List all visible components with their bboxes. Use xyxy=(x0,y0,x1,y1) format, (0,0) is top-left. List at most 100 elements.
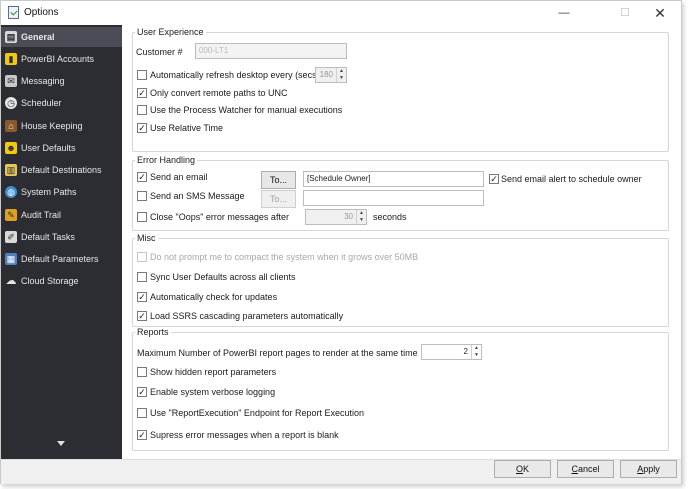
send-email-label: Send an email xyxy=(150,172,208,182)
sidebar-item-general[interactable]: ▤ General xyxy=(1,27,122,47)
general-icon: ▤ xyxy=(5,31,17,43)
compact-prompt-label: Do not prompt me to compact the system w… xyxy=(150,252,419,262)
messaging-icon: ✉ xyxy=(5,75,17,87)
options-app-icon xyxy=(8,6,19,19)
max-pages-spinner[interactable]: 2 ▲ ▼ xyxy=(421,344,482,360)
housekeeping-icon: ⌂ xyxy=(5,120,17,132)
sidebar-item-messaging[interactable]: ✉ Messaging xyxy=(1,71,122,91)
sidebar-item-label: PowerBI Accounts xyxy=(21,54,95,64)
customer-number-label: Customer # xyxy=(136,47,183,57)
close-oops-value: 30 xyxy=(344,212,353,221)
pen-icon: ✎ xyxy=(5,209,17,221)
report-execution-label: Use "ReportExecution" Endpoint for Repor… xyxy=(150,408,365,418)
unc-paths-checkbox[interactable]: ✓ xyxy=(137,88,147,98)
sidebar-item-system-paths[interactable]: ◍ System Paths xyxy=(1,182,122,202)
error-handling-legend: Error Handling xyxy=(137,155,196,165)
sync-defaults-checkbox[interactable] xyxy=(137,272,147,282)
report-execution-checkbox[interactable] xyxy=(137,408,147,418)
max-pages-label: Maximum Number of PowerBI report pages t… xyxy=(137,348,418,358)
compact-prompt-checkbox[interactable] xyxy=(137,252,147,262)
process-watcher-checkbox[interactable] xyxy=(137,105,147,115)
cancel-button[interactable]: Cancel xyxy=(557,460,614,478)
apply-button[interactable]: Apply xyxy=(620,460,677,478)
close-oops-label: Close "Oops" error messages after xyxy=(150,212,289,222)
spinner-arrows-icon[interactable]: ▲ ▼ xyxy=(336,68,346,82)
sidebar-item-label: Default Tasks xyxy=(21,232,75,242)
user-experience-legend: User Experience xyxy=(137,27,204,37)
tasks-icon: ✐ xyxy=(5,231,17,243)
auto-refresh-checkbox[interactable] xyxy=(137,70,147,80)
close-oops-spinner[interactable]: 30 ▲ ▼ xyxy=(305,209,367,225)
sync-defaults-label: Sync User Defaults across all clients xyxy=(150,272,296,282)
close-button[interactable]: ✕ xyxy=(643,1,677,25)
sms-to-button[interactable]: To... xyxy=(261,190,296,208)
cloud-icon: ☁ xyxy=(5,275,17,287)
check-updates-label: Automatically check for updates xyxy=(150,292,278,302)
email-to-button[interactable]: To... xyxy=(261,171,296,189)
minimize-button[interactable]: — xyxy=(547,1,581,25)
dialog-footer: OK Cancel Apply xyxy=(1,459,681,484)
sidebar-item-default-tasks[interactable]: ✐ Default Tasks xyxy=(1,227,122,247)
globe-icon: ◍ xyxy=(5,186,17,198)
alert-owner-label: Send email alert to schedule owner xyxy=(501,174,642,184)
destinations-icon: ▥ xyxy=(5,164,17,176)
alert-owner-checkbox[interactable]: ✓ xyxy=(489,174,499,184)
sidebar-item-label: General xyxy=(21,32,55,42)
sidebar-item-default-parameters[interactable]: ▦ Default Parameters xyxy=(1,249,122,269)
sidebar-item-label: Default Parameters xyxy=(21,254,99,264)
sidebar-item-cloud-storage[interactable]: ☁ Cloud Storage xyxy=(1,271,122,291)
spinner-arrows-icon[interactable]: ▲ ▼ xyxy=(356,210,366,224)
customer-number-field: 000-LT1 xyxy=(195,43,347,59)
sidebar-item-label: Scheduler xyxy=(21,98,62,108)
sms-to-field[interactable] xyxy=(303,190,484,206)
max-pages-value: 2 xyxy=(463,347,468,356)
send-sms-checkbox[interactable] xyxy=(137,191,147,201)
suppress-errors-label: Supress error messages when a report is … xyxy=(150,430,339,440)
ssrs-cascading-checkbox[interactable]: ✓ xyxy=(137,311,147,321)
seconds-label: seconds xyxy=(373,212,407,222)
sidebar-item-label: System Paths xyxy=(21,187,77,197)
general-settings-panel: User Experience Customer # 000-LT1 Autom… xyxy=(122,25,681,459)
customer-number-value: 000-LT1 xyxy=(199,46,229,55)
check-updates-checkbox[interactable]: ✓ xyxy=(137,292,147,302)
sidebar-item-label: Cloud Storage xyxy=(21,276,79,286)
sidebar-item-powerbi-accounts[interactable]: ▮ PowerBI Accounts xyxy=(1,49,122,69)
process-watcher-label: Use the Process Watcher for manual execu… xyxy=(150,105,343,115)
close-oops-checkbox[interactable] xyxy=(137,212,147,222)
parameters-icon: ▦ xyxy=(5,253,17,265)
verbose-logging-label: Enable system verbose logging xyxy=(150,387,276,397)
auto-refresh-label: Automatically refresh desktop every (sec… xyxy=(150,70,320,80)
verbose-logging-checkbox[interactable]: ✓ xyxy=(137,387,147,397)
maximize-button[interactable]: ☐ xyxy=(608,1,642,25)
unc-paths-label: Only convert remote paths to UNC xyxy=(150,88,288,98)
send-sms-label: Send an SMS Message xyxy=(150,191,245,201)
powerbi-icon: ▮ xyxy=(5,53,17,65)
options-window: Options — ☐ ✕ ▤ General ▮ PowerBI Accoun… xyxy=(0,0,682,484)
sidebar-item-label: Messaging xyxy=(21,76,65,86)
misc-legend: Misc xyxy=(137,233,156,243)
ok-button[interactable]: OK xyxy=(494,460,551,478)
ssrs-cascading-label: Load SSRS cascading parameters automatic… xyxy=(150,311,344,321)
window-title: Options xyxy=(24,7,59,18)
sidebar-item-default-destinations[interactable]: ▥ Default Destinations xyxy=(1,160,122,180)
reports-legend: Reports xyxy=(137,327,169,337)
sidebar-item-label: Audit Trail xyxy=(21,210,62,220)
suppress-errors-checkbox[interactable]: ✓ xyxy=(137,430,147,440)
relative-time-checkbox[interactable]: ✓ xyxy=(137,123,147,133)
spinner-arrows-icon[interactable]: ▲ ▼ xyxy=(471,345,481,359)
title-bar: Options — ☐ ✕ xyxy=(1,1,681,25)
hidden-params-checkbox[interactable] xyxy=(137,367,147,377)
send-email-checkbox[interactable]: ✓ xyxy=(137,172,147,182)
email-to-value: [Schedule Owner] xyxy=(307,174,371,183)
chevron-down-icon[interactable] xyxy=(57,441,65,446)
sidebar-item-user-defaults[interactable]: ☻ User Defaults xyxy=(1,138,122,158)
sidebar-item-scheduler[interactable]: ◷ Scheduler xyxy=(1,93,122,113)
clock-icon: ◷ xyxy=(5,97,17,109)
email-to-field[interactable]: [Schedule Owner] xyxy=(303,171,484,187)
sidebar-item-label: User Defaults xyxy=(21,143,76,153)
sidebar-item-label: Default Destinations xyxy=(21,165,102,175)
auto-refresh-spinner[interactable]: 180 ▲ ▼ xyxy=(315,67,347,83)
sidebar-item-audit-trail[interactable]: ✎ Audit Trail xyxy=(1,205,122,225)
sidebar-item-house-keeping[interactable]: ⌂ House Keeping xyxy=(1,116,122,136)
sidebar-nav: ▤ General ▮ PowerBI Accounts ✉ Messaging… xyxy=(1,25,122,459)
